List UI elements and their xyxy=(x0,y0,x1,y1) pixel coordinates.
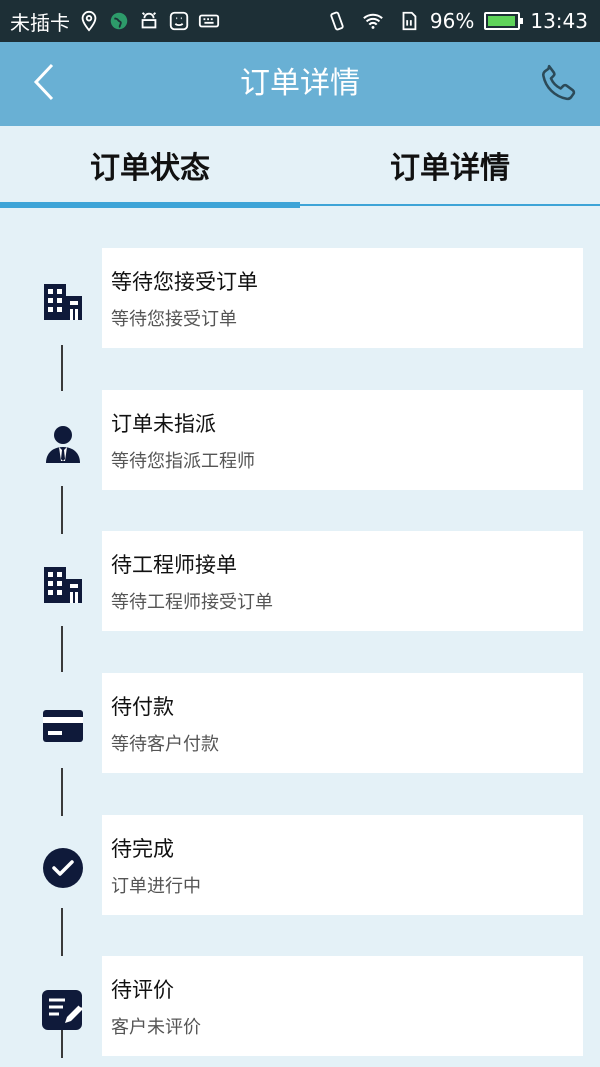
step-subtitle: 客户未评价 xyxy=(111,1017,201,1038)
building-icon xyxy=(40,278,86,324)
step-title: 待付款 xyxy=(111,695,174,719)
step-subtitle: 等待客户付款 xyxy=(111,734,219,755)
app-notification-icon xyxy=(168,10,190,32)
timeline-connector xyxy=(61,345,63,391)
step-title: 待评价 xyxy=(111,978,174,1002)
edit-note-icon xyxy=(40,986,86,1032)
timeline-connector xyxy=(61,486,63,534)
step-subtitle: 等待您接受订单 xyxy=(111,309,237,330)
step-subtitle: 等待工程师接受订单 xyxy=(111,592,273,613)
step-card: 待完成 订单进行中 xyxy=(102,815,583,915)
timeline-step: 待评价 客户未评价 xyxy=(0,956,600,1056)
clock: 13:43 xyxy=(530,9,588,33)
timeline-step: 订单未指派 等待您指派工程师 xyxy=(0,390,600,490)
building-icon xyxy=(40,561,86,607)
tab-bar: 订单状态 订单详情 xyxy=(0,126,600,208)
timeline-connector xyxy=(61,626,63,672)
battery-percent: 96% xyxy=(429,9,475,33)
step-title: 订单未指派 xyxy=(111,412,216,436)
timeline-step: 等待您接受订单 等待您接受订单 xyxy=(0,248,600,348)
step-card: 订单未指派 等待您指派工程师 xyxy=(102,390,583,490)
status-bar: 未插卡 96% 13:43 xyxy=(0,0,600,42)
step-subtitle: 等待您指派工程师 xyxy=(111,451,255,472)
call-button[interactable] xyxy=(534,60,584,110)
timeline-connector xyxy=(61,908,63,956)
location-icon xyxy=(78,10,100,32)
step-card: 等待您接受订单 等待您接受订单 xyxy=(102,248,583,348)
step-title: 待工程师接单 xyxy=(111,553,237,577)
phone-icon xyxy=(537,61,581,109)
step-title: 等待您接受订单 xyxy=(111,270,258,294)
header-bar: 订单详情 xyxy=(0,42,600,126)
vibrate-icon xyxy=(326,10,348,32)
order-status-timeline: 等待您接受订单 等待您接受订单 订单未指派 等待您指派工程师 待工程师接单 等待… xyxy=(0,208,600,1067)
sim-icon xyxy=(398,10,420,32)
step-title: 待完成 xyxy=(111,837,174,861)
step-card: 待付款 等待客户付款 xyxy=(102,673,583,773)
check-circle-icon xyxy=(40,845,86,891)
timeline-step: 待付款 等待客户付款 xyxy=(0,673,600,773)
globe-icon xyxy=(108,10,130,32)
keyboard-icon xyxy=(198,10,220,32)
step-card: 待评价 客户未评价 xyxy=(102,956,583,1056)
card-icon xyxy=(40,703,86,749)
step-subtitle: 订单进行中 xyxy=(111,876,201,897)
person-icon xyxy=(40,420,86,466)
android-icon xyxy=(138,10,160,32)
step-card: 待工程师接单 等待工程师接受订单 xyxy=(102,531,583,631)
battery-icon xyxy=(484,12,524,30)
timeline-connector xyxy=(61,768,63,816)
timeline-step: 待工程师接单 等待工程师接受订单 xyxy=(0,531,600,631)
tab-order-details[interactable]: 订单详情 xyxy=(300,126,600,204)
tab-order-status[interactable]: 订单状态 xyxy=(0,126,300,204)
timeline-step: 待完成 订单进行中 xyxy=(0,815,600,915)
carrier-label: 未插卡 xyxy=(10,10,70,35)
page-title: 订单详情 xyxy=(240,66,360,101)
wifi-icon xyxy=(358,10,388,32)
